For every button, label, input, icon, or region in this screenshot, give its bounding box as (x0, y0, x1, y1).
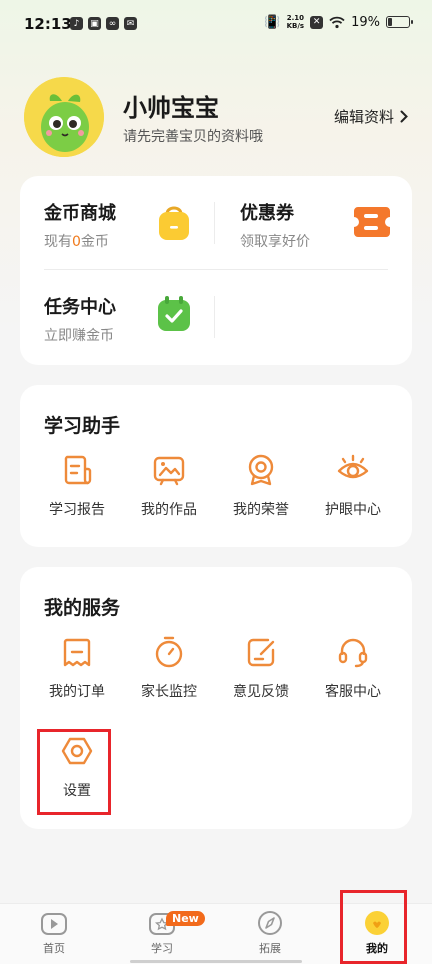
my-orders-label: 我的订单 (49, 684, 105, 700)
my-works-label: 我的作品 (141, 502, 197, 518)
tiktok-notification-icon: ♪ (70, 17, 83, 30)
no-sim-icon: ✕ (310, 15, 324, 29)
my-honors-label: 我的荣誉 (233, 502, 289, 518)
nav-home-label: 首页 (43, 942, 65, 955)
study-assistant-card: 学习助手 学习报告 我的作品 我的荣誉 护眼中心 (20, 385, 412, 547)
edit-profile-button[interactable]: 编辑资料 (334, 106, 408, 127)
eye-care-item[interactable]: 护眼中心 (307, 453, 399, 519)
report-icon (64, 455, 92, 485)
profile-name: 小帅宝宝 (123, 94, 219, 122)
chevron-right-icon (400, 110, 408, 123)
study-report-item[interactable]: 学习报告 (31, 453, 123, 519)
my-orders-item[interactable]: 我的订单 (31, 635, 123, 701)
rewards-card: 金币商城 现有0金币 优惠券 领取享好价 任务中心 立即赚金币 (20, 176, 412, 365)
edit-profile-label: 编辑资料 (333, 108, 394, 126)
headset-icon (338, 638, 368, 668)
customer-service-label: 客服中心 (325, 684, 381, 700)
artwork-icon (153, 456, 185, 486)
parental-control-item[interactable]: 家长监控 (123, 635, 215, 701)
eye-care-label: 护眼中心 (325, 502, 381, 518)
customer-service-item[interactable]: 客服中心 (307, 635, 399, 701)
profile-subtitle: 请先完善宝贝的资料哦 (123, 129, 263, 145)
my-works-item[interactable]: 我的作品 (123, 453, 215, 519)
nav-explore[interactable]: 拓展 (230, 908, 310, 956)
link-notification-icon: ∞ (106, 17, 119, 30)
status-bar: 12:13 ♪ ▣ ∞ ✉ 📳 2.10 KB/s ✕ 19% (0, 0, 432, 50)
mail-notification-icon: ✉ (124, 17, 137, 30)
parental-control-label: 家长监控 (141, 684, 197, 700)
battery-icon (386, 16, 413, 28)
nav-study[interactable]: 学习 New (122, 908, 205, 956)
mine-tab-highlight-box (340, 890, 407, 964)
shopping-bag-icon (159, 206, 189, 240)
calendar-check-icon (158, 296, 190, 331)
nav-study-label: 学习 (151, 942, 173, 955)
new-badge: New (166, 911, 205, 926)
study-assistant-title: 学习助手 (44, 415, 121, 437)
coin-count: 0 (72, 234, 81, 250)
medal-icon (248, 454, 274, 486)
coin-mall-entry[interactable]: 金币商城 现有0金币 (44, 199, 214, 269)
feedback-item[interactable]: 意见反馈 (215, 635, 307, 701)
home-indicator (130, 960, 302, 963)
task-center-entry[interactable]: 任务中心 立即赚金币 (44, 293, 214, 363)
compass-icon (258, 911, 282, 935)
my-honors-item[interactable]: 我的荣誉 (215, 453, 307, 519)
home-play-icon (41, 913, 67, 935)
status-time: 12:13 (24, 15, 72, 33)
vibrate-icon: 📳 (264, 14, 281, 30)
feedback-label: 意见反馈 (233, 684, 289, 700)
timer-icon (155, 636, 183, 668)
nav-home[interactable]: 首页 (14, 908, 94, 956)
study-report-label: 学习报告 (49, 502, 105, 518)
nav-explore-label: 拓展 (259, 942, 281, 955)
avatar-mascot-icon (24, 77, 104, 157)
settings-highlight-box (37, 729, 111, 815)
network-speed: 2.10 KB/s (286, 14, 305, 30)
avatar[interactable] (24, 77, 104, 157)
coupon-ticket-icon (354, 207, 390, 237)
my-services-title: 我的服务 (44, 597, 121, 619)
order-icon (63, 638, 91, 667)
app-notification-icon: ▣ (88, 17, 101, 30)
eye-icon (337, 454, 369, 479)
battery-percent: 19% (351, 14, 380, 30)
coupon-entry[interactable]: 优惠券 领取享好价 (240, 199, 400, 269)
wifi-icon (329, 16, 345, 28)
feedback-icon (247, 638, 275, 667)
